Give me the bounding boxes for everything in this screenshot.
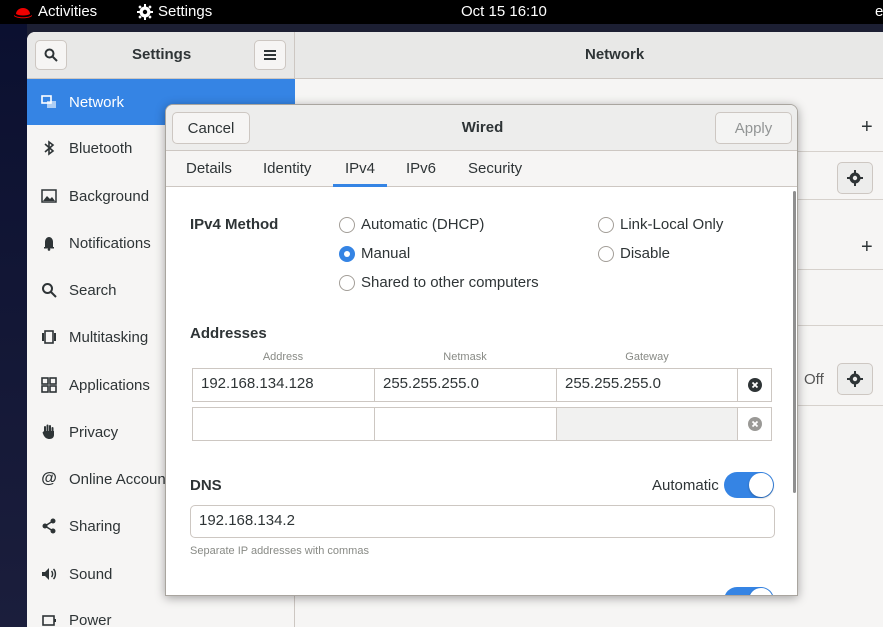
redhat-logo-icon [14, 8, 32, 19]
radio-circle [598, 245, 614, 262]
gateway-input[interactable] [556, 407, 738, 441]
address-input[interactable]: 192.168.134.128 [192, 368, 375, 402]
delete-address-button[interactable] [738, 368, 772, 402]
tab-security[interactable]: Security [468, 160, 522, 177]
page-title: Network [585, 46, 645, 63]
at-icon: @ [41, 470, 57, 487]
radio-label: Automatic (DHCP) [361, 216, 485, 233]
bell-icon [41, 235, 57, 251]
system-menu[interactable]: e [875, 3, 883, 20]
close-circle-icon [747, 417, 762, 431]
sidebar-item-power[interactable]: Power [27, 597, 295, 627]
sidebar-item-label: Multitasking [69, 328, 149, 346]
radio-circle [339, 216, 355, 233]
app-menu-label: Settings [158, 3, 213, 20]
page-header: Network [295, 32, 883, 79]
tab-ipv6[interactable]: IPv6 [406, 160, 436, 177]
sidebar-item-label: Notifications [69, 234, 151, 252]
address-input[interactable] [192, 407, 375, 441]
background-icon [41, 188, 57, 204]
radio-circle [339, 274, 355, 291]
top-bar: Activities Settings Oct 15 16:10 e [0, 0, 883, 24]
sidebar-item-label: Privacy [69, 423, 119, 441]
dns-hint: Separate IP addresses with commas [190, 545, 369, 557]
app-menu-button[interactable]: Settings [137, 3, 212, 20]
delete-address-button[interactable] [738, 407, 772, 441]
gear-icon [847, 170, 863, 186]
radio-circle [339, 245, 355, 262]
add-vpn-icon[interactable]: + [861, 236, 873, 259]
address-column-header: Address [262, 351, 304, 363]
main-menu-button[interactable] [254, 40, 286, 70]
radio-label: Link-Local Only [620, 216, 724, 233]
clock[interactable]: Oct 15 16:10 [461, 3, 547, 20]
method-automatic-radio[interactable]: Automatic (DHCP) [339, 216, 484, 233]
method-shared-radio[interactable]: Shared to other computers [339, 274, 539, 291]
radio-label: Disable [620, 245, 671, 262]
search-button[interactable] [35, 40, 67, 70]
sidebar-item-label: Power [69, 611, 112, 627]
sidebar-item-label: Online Accounts [69, 470, 178, 488]
sidebar-item-label: Sound [69, 565, 113, 583]
method-link-local-radio[interactable]: Link-Local Only [598, 216, 723, 233]
dns-input[interactable]: 192.168.134.2 [190, 505, 775, 538]
netmask-input[interactable]: 255.255.255.0 [374, 368, 557, 402]
dns-label: DNS [190, 477, 222, 494]
ipv4-method-label: IPv4 Method [190, 216, 279, 233]
radio-label: Shared to other computers [361, 274, 539, 291]
search-icon [44, 48, 58, 62]
sidebar-header: Settings [27, 32, 295, 79]
sidebar-title: Settings [132, 46, 192, 63]
add-connection-icon[interactable]: + [861, 116, 873, 139]
multitasking-icon [41, 329, 57, 345]
routes-automatic-switch[interactable] [724, 587, 774, 595]
sidebar-item-label: Applications [69, 376, 150, 394]
hand-icon [41, 424, 57, 440]
dialog-header: Cancel Wired Apply [166, 105, 797, 151]
speaker-icon [41, 566, 57, 582]
hamburger-icon [264, 50, 276, 60]
bluetooth-icon [41, 140, 57, 156]
radio-circle [598, 216, 614, 233]
netmask-input[interactable] [374, 407, 557, 441]
scrollbar[interactable] [793, 191, 796, 493]
search-icon [41, 282, 57, 298]
dialog-tabs: Details Identity IPv4 IPv6 Security [166, 151, 797, 187]
tab-identity[interactable]: Identity [263, 160, 311, 177]
gear-icon [137, 3, 153, 20]
wired-settings-button[interactable] [837, 162, 873, 194]
method-manual-radio[interactable]: Manual [339, 245, 410, 262]
tab-ipv4[interactable]: IPv4 [332, 160, 388, 187]
wired-connection-dialog: Cancel Wired Apply Details Identity IPv4… [165, 104, 798, 596]
gear-icon [847, 371, 863, 387]
dns-automatic-switch[interactable] [724, 472, 774, 498]
power-icon [41, 612, 57, 627]
gateway-column-header: Gateway [625, 351, 669, 363]
activities-button[interactable]: Activities [38, 3, 97, 20]
netmask-column-header: Netmask [443, 351, 487, 363]
sidebar-item-label: Search [69, 281, 117, 299]
close-circle-icon [747, 378, 762, 392]
proxy-settings-button[interactable] [837, 363, 873, 395]
radio-label: Manual [361, 245, 411, 262]
grid-icon [41, 377, 57, 393]
dns-automatic-label: Automatic [652, 477, 719, 494]
switch-knob [749, 473, 773, 497]
network-icon [41, 94, 57, 110]
sidebar-item-label: Background [69, 187, 150, 205]
desktop-background [0, 24, 27, 627]
switch-knob [749, 588, 773, 595]
tab-details[interactable]: Details [186, 160, 232, 177]
proxy-status: Off [804, 371, 824, 388]
apply-button[interactable]: Apply [715, 112, 792, 144]
share-icon [41, 518, 57, 534]
sidebar-item-label: Network [69, 93, 125, 111]
sidebar-item-label: Bluetooth [69, 139, 133, 157]
gateway-input[interactable]: 255.255.255.0 [556, 368, 738, 402]
dialog-title: Wired [461, 119, 504, 136]
sidebar-item-label: Sharing [69, 517, 121, 535]
addresses-label: Addresses [190, 325, 267, 342]
method-disable-radio[interactable]: Disable [598, 245, 670, 262]
